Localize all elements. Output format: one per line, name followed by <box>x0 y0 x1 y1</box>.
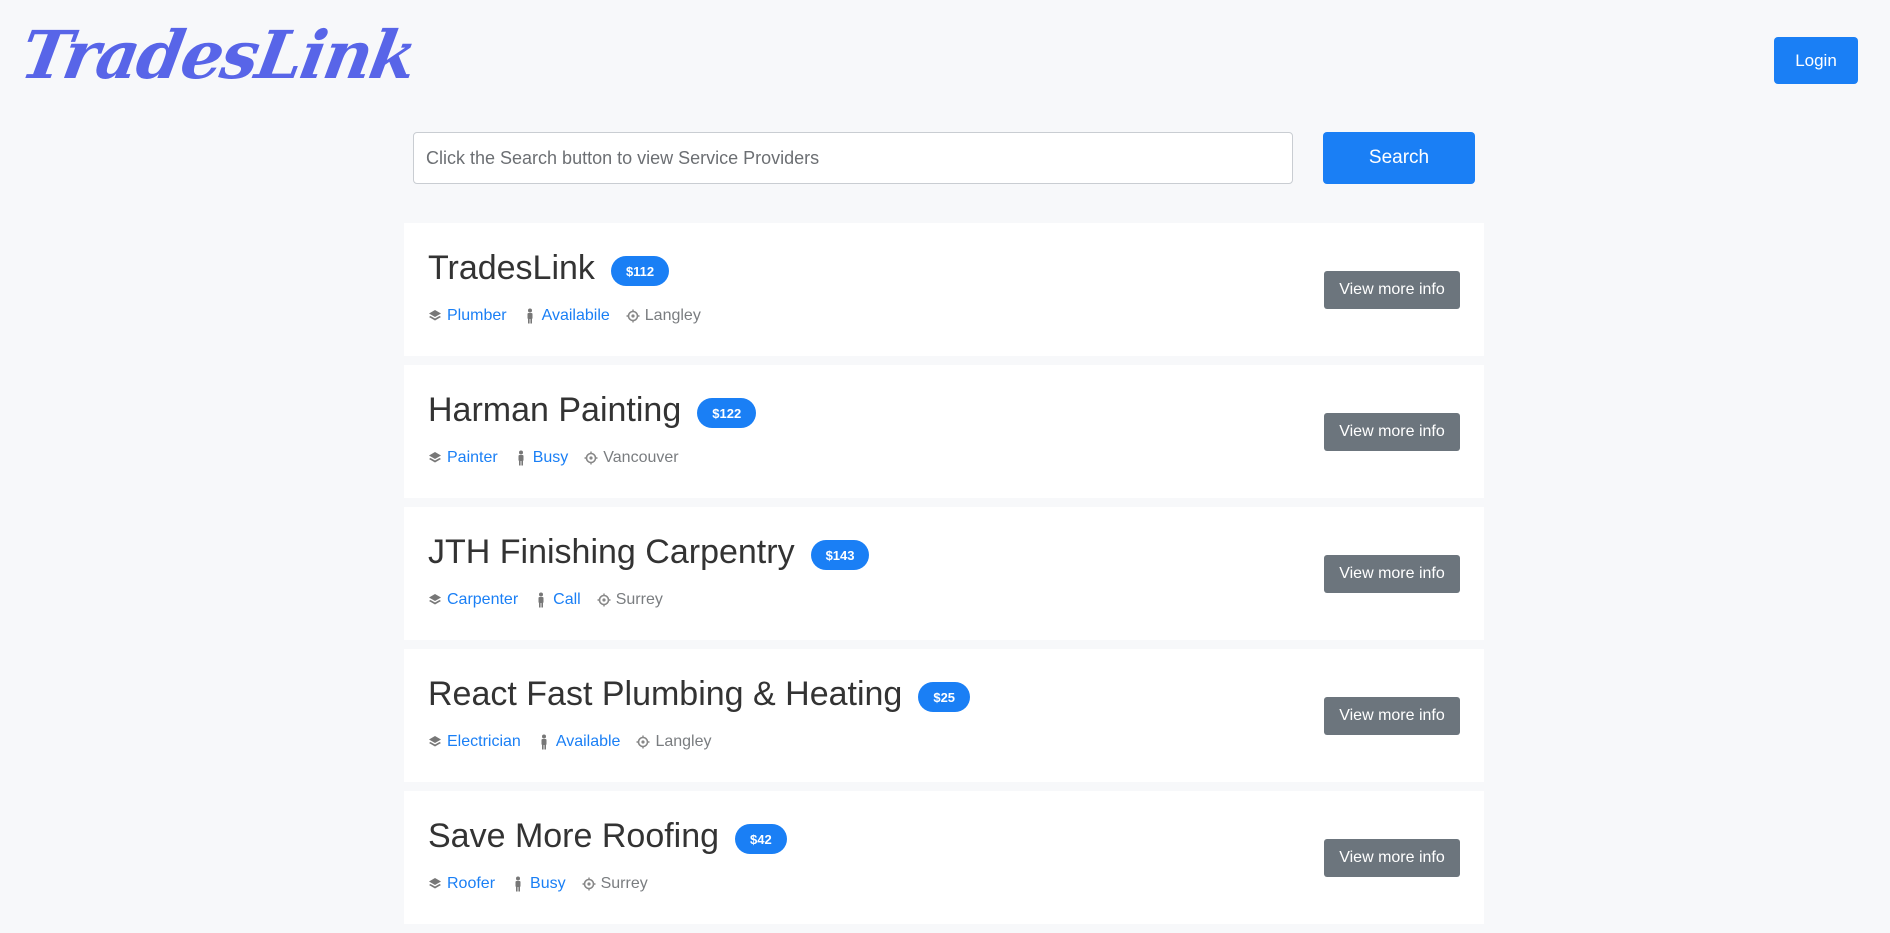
search-input[interactable] <box>413 132 1293 184</box>
location-meta: Langley <box>636 733 712 751</box>
provider-title-row: JTH Finishing Carpentry $143 <box>428 533 870 571</box>
status-meta[interactable]: Busy <box>511 875 566 893</box>
provider-card: Save More Roofing $42 Roofer Busy Surrey… <box>404 791 1484 924</box>
price-badge: $25 <box>918 682 971 712</box>
provider-title-row: Harman Painting $122 <box>428 391 757 429</box>
location-target-icon <box>636 735 650 749</box>
trade-link[interactable]: Electrician <box>447 733 521 751</box>
view-more-info-button[interactable]: View more info <box>1324 555 1460 593</box>
location-target-icon <box>597 593 611 607</box>
status-link[interactable]: Busy <box>533 449 569 467</box>
person-icon <box>538 592 544 608</box>
layers-icon <box>429 310 441 321</box>
location-text: Surrey <box>615 591 663 608</box>
location-text: Vancouver <box>603 449 679 466</box>
provider-title-row: TradesLink $112 <box>428 249 670 287</box>
trade-meta[interactable]: Electrician <box>428 733 521 751</box>
layers-icon <box>429 878 441 889</box>
status-meta[interactable]: Availabile <box>523 307 610 325</box>
price-badge: $42 <box>735 824 787 854</box>
location-text: Langley <box>644 307 701 324</box>
provider-card: JTH Finishing Carpentry $143 Carpenter C… <box>404 507 1484 640</box>
provider-name: Save More Roofing <box>428 817 720 855</box>
price-badge: $112 <box>610 256 670 286</box>
provider-card: React Fast Plumbing & Heating $25 Electr… <box>404 649 1484 782</box>
person-icon <box>527 308 533 324</box>
provider-card: TradesLink $112 Plumber Availabile Langl… <box>404 223 1484 356</box>
provider-name: JTH Finishing Carpentry <box>428 533 795 571</box>
tradeslink-logo[interactable]: TradesLink <box>15 16 421 94</box>
login-button[interactable]: Login <box>1774 37 1858 84</box>
provider-meta: Painter Busy Vancouver <box>428 449 695 467</box>
price-badge: $143 <box>810 540 870 570</box>
trade-meta[interactable]: Carpenter <box>428 591 518 609</box>
provider-title-row: Save More Roofing $42 <box>428 818 787 854</box>
location-target-icon <box>582 877 596 891</box>
location-target-icon <box>626 309 640 323</box>
status-link[interactable]: Availabile <box>542 307 610 325</box>
status-meta[interactable]: Call <box>534 591 581 609</box>
location-meta: Surrey <box>582 875 648 893</box>
layers-icon <box>429 452 441 463</box>
search-button[interactable]: Search <box>1323 132 1475 184</box>
provider-title-row: React Fast Plumbing & Heating $25 <box>428 675 971 713</box>
provider-name: React Fast Plumbing & Heating <box>428 675 903 713</box>
trade-meta[interactable]: Roofer <box>428 875 495 893</box>
layers-icon <box>429 594 441 605</box>
status-link[interactable]: Call <box>553 591 581 609</box>
location-text: Surrey <box>600 875 648 892</box>
trade-meta[interactable]: Painter <box>428 449 498 467</box>
person-icon <box>518 450 524 466</box>
view-more-info-button[interactable]: View more info <box>1324 839 1460 877</box>
view-more-info-button[interactable]: View more info <box>1324 271 1460 309</box>
location-meta: Surrey <box>597 591 663 609</box>
status-link[interactable]: Busy <box>530 875 566 893</box>
status-link[interactable]: Available <box>556 733 621 751</box>
trade-link[interactable]: Roofer <box>447 875 495 893</box>
provider-card: Harman Painting $122 Painter Busy Vancou… <box>404 365 1484 498</box>
trade-link[interactable]: Carpenter <box>447 591 518 609</box>
status-meta[interactable]: Available <box>537 733 621 751</box>
provider-meta: Carpenter Call Surrey <box>428 591 679 609</box>
status-meta[interactable]: Busy <box>514 449 569 467</box>
person-icon <box>515 876 521 892</box>
provider-list: TradesLink $112 Plumber Availabile Langl… <box>404 223 1484 933</box>
provider-meta: Plumber Availabile Langley <box>428 307 717 325</box>
provider-meta: Electrician Available Langley <box>428 733 728 751</box>
price-badge: $122 <box>697 398 757 428</box>
person-icon <box>541 734 547 750</box>
location-meta: Langley <box>626 307 701 325</box>
trade-link[interactable]: Painter <box>447 449 498 467</box>
layers-icon <box>429 736 441 747</box>
provider-meta: Roofer Busy Surrey <box>428 875 664 893</box>
view-more-info-button[interactable]: View more info <box>1324 697 1460 735</box>
provider-name: Harman Painting <box>428 391 682 429</box>
location-meta: Vancouver <box>584 449 679 467</box>
trade-link[interactable]: Plumber <box>447 307 507 325</box>
location-target-icon <box>584 451 598 465</box>
view-more-info-button[interactable]: View more info <box>1324 413 1460 451</box>
provider-name: TradesLink <box>428 249 595 287</box>
location-text: Langley <box>655 733 712 750</box>
trade-meta[interactable]: Plumber <box>428 307 507 325</box>
